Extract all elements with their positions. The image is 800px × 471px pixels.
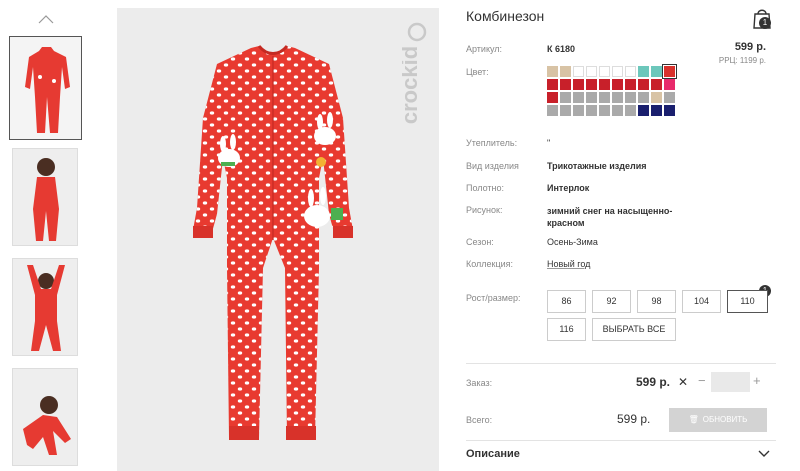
size-button-104[interactable]: 104	[682, 290, 721, 313]
color-swatch[interactable]	[651, 66, 662, 77]
color-swatch[interactable]	[638, 66, 649, 77]
svg-text:crockid: crockid	[402, 46, 422, 124]
color-swatch[interactable]	[560, 105, 571, 116]
color-swatch[interactable]	[638, 105, 649, 116]
color-swatch[interactable]	[612, 66, 623, 77]
color-swatch[interactable]	[625, 66, 636, 77]
price: 599 р.	[734, 41, 766, 53]
color-swatch[interactable]	[560, 66, 571, 77]
color-swatch[interactable]	[664, 92, 675, 103]
article-value: К 6180	[547, 44, 576, 54]
remove-order-icon[interactable]: ✕	[678, 375, 688, 389]
color-swatch[interactable]	[612, 79, 623, 90]
update-button-label: ОБНОВИТЬ	[702, 415, 748, 424]
color-swatch[interactable]	[625, 92, 636, 103]
color-swatch[interactable]	[547, 92, 558, 103]
color-swatch[interactable]	[651, 92, 662, 103]
color-swatch[interactable]	[664, 105, 675, 116]
chevron-up-icon[interactable]	[38, 14, 54, 24]
crockid-logo: crockid	[402, 22, 427, 124]
product-info-panel: Комбинезон 1 Артикул: К 6180 599 р. РРЦ:…	[466, 0, 776, 471]
order-price: 599 р.	[636, 375, 671, 389]
size-label: Рост/размер:	[466, 293, 521, 303]
color-swatch[interactable]	[599, 66, 610, 77]
color-swatch[interactable]	[625, 105, 636, 116]
trash-icon: 🗑	[688, 415, 699, 424]
color-swatch[interactable]	[573, 92, 584, 103]
color-swatch[interactable]	[560, 79, 571, 90]
color-swatch[interactable]	[638, 92, 649, 103]
color-swatch[interactable]	[586, 66, 597, 77]
color-swatch[interactable]	[625, 79, 636, 90]
color-swatch[interactable]	[573, 79, 584, 90]
size-button-98[interactable]: 98	[637, 290, 676, 313]
article-label: Артикул:	[466, 44, 503, 54]
color-swatch[interactable]	[573, 105, 584, 116]
rrp-price: РРЦ: 1199 р.	[718, 56, 766, 65]
chevron-down-icon[interactable]	[758, 450, 770, 458]
thumbnail-4[interactable]	[12, 368, 78, 466]
color-swatch[interactable]	[651, 79, 662, 90]
color-label: Цвет:	[466, 67, 489, 77]
qty-increment-button[interactable]: +	[753, 373, 761, 388]
pattern-label: Рисунок:	[466, 205, 503, 215]
main-product-image[interactable]: crockid	[117, 8, 439, 471]
color-swatch[interactable]	[599, 105, 610, 116]
thumbnail-1[interactable]	[9, 36, 82, 140]
collection-label: Коллекция:	[466, 259, 514, 269]
total-label: Всего:	[466, 415, 493, 425]
fabric-value: Интерлок	[547, 183, 590, 193]
description-toggle[interactable]: Описание	[466, 448, 520, 460]
collection-link[interactable]: Новый год	[547, 259, 590, 269]
cart-count-badge: 1	[759, 17, 771, 29]
season-value: Осень-Зима	[547, 237, 598, 247]
color-swatch[interactable]	[586, 105, 597, 116]
size-button-116[interactable]: 116	[547, 318, 586, 341]
qty-decrement-button[interactable]: −	[698, 373, 706, 388]
divider	[466, 440, 776, 441]
color-swatch[interactable]	[612, 92, 623, 103]
insulation-label: Утеплитель:	[466, 138, 518, 148]
color-swatch[interactable]	[547, 66, 558, 77]
update-button[interactable]: 🗑 ОБНОВИТЬ	[669, 408, 767, 432]
size-button-92[interactable]: 92	[592, 290, 631, 313]
product-type-label: Вид изделия	[466, 161, 519, 171]
season-label: Сезон:	[466, 237, 494, 247]
color-swatch[interactable]	[547, 105, 558, 116]
color-swatch[interactable]	[651, 105, 662, 116]
color-swatch[interactable]	[599, 79, 610, 90]
color-swatch[interactable]	[560, 92, 571, 103]
product-type-value: Трикотажные изделия	[547, 161, 647, 171]
color-swatch[interactable]	[638, 79, 649, 90]
select-all-sizes-button[interactable]: ВЫБРАТЬ ВСЕ	[592, 318, 676, 341]
product-title: Комбинезон	[466, 8, 545, 24]
thumbnail-2[interactable]	[12, 148, 78, 246]
color-swatch[interactable]	[664, 79, 675, 90]
size-button-110[interactable]: 110	[727, 290, 768, 313]
pattern-value: зимний снег на насыщенно-красном	[547, 206, 673, 228]
color-swatch[interactable]	[612, 105, 623, 116]
order-label: Заказ:	[466, 378, 493, 388]
fabric-label: Полотно:	[466, 183, 505, 193]
quantity-input[interactable]	[711, 372, 750, 392]
color-swatch[interactable]	[586, 92, 597, 103]
thumbnail-3[interactable]	[12, 258, 78, 356]
color-swatch[interactable]	[599, 92, 610, 103]
size-button-86[interactable]: 86	[547, 290, 586, 313]
jumpsuit-image	[193, 44, 353, 440]
color-swatch[interactable]	[662, 64, 677, 79]
divider	[466, 363, 776, 364]
color-swatch[interactable]	[573, 66, 584, 77]
color-swatch[interactable]	[547, 79, 558, 90]
color-swatch[interactable]	[586, 79, 597, 90]
insulation-value: "	[547, 138, 551, 148]
total-price: 599 р.	[617, 412, 651, 426]
